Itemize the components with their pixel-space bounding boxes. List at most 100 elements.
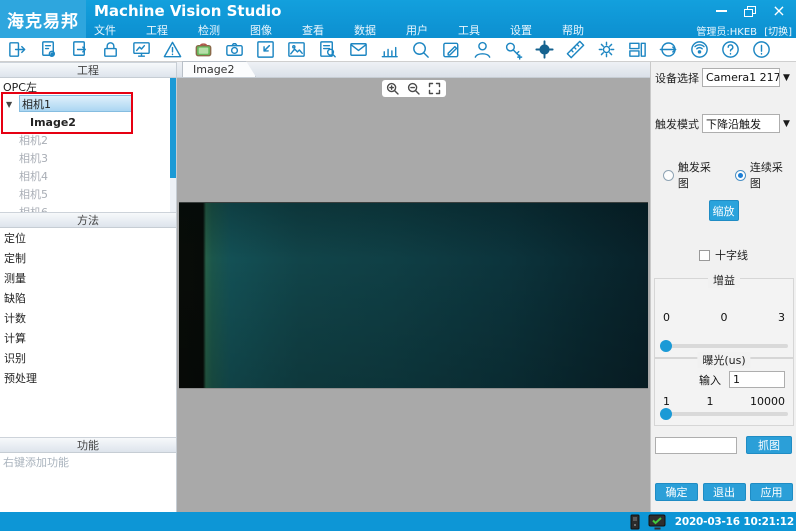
exposure-slider-thumb[interactable] bbox=[660, 408, 672, 420]
doc-export-icon[interactable] bbox=[64, 38, 95, 61]
project-tree: OPC左 ▼ 相机1 Image2 相机2相机3相机4相机5相机6相机7 bbox=[0, 78, 176, 212]
user-icon[interactable] bbox=[467, 38, 498, 61]
method-item-5[interactable]: 计数 bbox=[0, 308, 176, 328]
zoom-in-icon[interactable] bbox=[385, 81, 400, 96]
viewer-tab-bar: Image2 bbox=[177, 62, 650, 78]
zoom-out-icon[interactable] bbox=[406, 81, 421, 96]
method-item-1[interactable]: 定位 bbox=[0, 228, 176, 248]
broadcast-icon[interactable] bbox=[684, 38, 715, 61]
search-icon[interactable] bbox=[405, 38, 436, 61]
method-item-2[interactable]: 定制 bbox=[0, 248, 176, 268]
machine-vision-studio-window: 海克易邦 Machine Vision Studio × 文件工程检测图像查看数… bbox=[0, 0, 796, 531]
tree-item-camera1-selected[interactable]: ▼ 相机1 bbox=[0, 95, 176, 113]
gain-max: 3 bbox=[778, 311, 785, 324]
menu-item-4[interactable]: 图像 bbox=[250, 22, 272, 38]
key-add-icon[interactable] bbox=[498, 38, 529, 61]
tree-item-camera6[interactable]: 相机6 bbox=[0, 203, 176, 212]
restore-button[interactable] bbox=[743, 4, 757, 18]
radio-trigger-capture[interactable] bbox=[663, 170, 674, 181]
close-icon: × bbox=[772, 4, 785, 18]
methods-panel-header: 方法 bbox=[0, 212, 176, 228]
menu-item-7[interactable]: 用户 bbox=[406, 22, 428, 38]
menu-item-10[interactable]: 帮助 bbox=[562, 22, 584, 38]
method-item-6[interactable]: 计算 bbox=[0, 328, 176, 348]
exposure-slider[interactable] bbox=[660, 408, 788, 420]
exit-button[interactable]: 退出 bbox=[703, 483, 746, 501]
menu-item-2[interactable]: 工程 bbox=[146, 22, 168, 38]
close-button[interactable]: × bbox=[772, 4, 786, 18]
trigger-mode-combo[interactable]: 下降沿触发 bbox=[702, 114, 780, 133]
exposure-max: 10000 bbox=[750, 395, 785, 408]
tree-item-image2[interactable]: Image2 bbox=[0, 113, 176, 131]
gear-icon[interactable] bbox=[591, 38, 622, 61]
image-icon[interactable] bbox=[281, 38, 312, 61]
sync-icon[interactable] bbox=[653, 38, 684, 61]
apply-button[interactable]: 应用 bbox=[750, 483, 793, 501]
zoom-play-button[interactable]: 缩放 bbox=[709, 200, 739, 221]
camera-color-icon[interactable] bbox=[188, 38, 219, 61]
menu-item-8[interactable]: 工具 bbox=[458, 22, 480, 38]
menu-item-6[interactable]: 数据 bbox=[354, 22, 376, 38]
tree-scrollbar[interactable] bbox=[170, 78, 176, 212]
fit-icon[interactable] bbox=[427, 81, 442, 96]
exposure-group: 曝光(us) 输入 1 1 10000 bbox=[654, 358, 794, 426]
info-icon[interactable] bbox=[746, 38, 777, 61]
trigger-combo-arrow-icon[interactable]: ▼ bbox=[780, 119, 793, 129]
menu-item-9[interactable]: 设置 bbox=[510, 22, 532, 38]
restore-icon bbox=[744, 6, 756, 17]
status-timestamp: 2020-03-16 10:21:12 bbox=[675, 516, 794, 528]
method-item-4[interactable]: 缺陷 bbox=[0, 288, 176, 308]
devices-icon[interactable] bbox=[622, 38, 653, 61]
monitor-icon[interactable] bbox=[126, 38, 157, 61]
method-item-3[interactable]: 测量 bbox=[0, 268, 176, 288]
tree-expand-icon[interactable]: ▼ bbox=[6, 100, 19, 109]
method-item-8[interactable]: 预处理 bbox=[0, 368, 176, 388]
device-select-combo[interactable]: Camera1 21770( bbox=[702, 68, 780, 87]
radio-trigger-capture-label: 触发采图 bbox=[678, 159, 721, 191]
device-combo-arrow-icon[interactable]: ▼ bbox=[780, 73, 793, 83]
methods-list: 定位定制测量缺陷计数计算识别预处理 bbox=[0, 228, 176, 388]
ok-button[interactable]: 确定 bbox=[655, 483, 698, 501]
edit-tool-icon[interactable] bbox=[436, 38, 467, 61]
method-item-7[interactable]: 识别 bbox=[0, 348, 176, 368]
help-icon[interactable] bbox=[715, 38, 746, 61]
import-icon[interactable] bbox=[250, 38, 281, 61]
export-icon[interactable] bbox=[2, 38, 33, 61]
gain-slider[interactable] bbox=[660, 340, 788, 352]
tree-item-camera5[interactable]: 相机5 bbox=[0, 185, 176, 203]
lock-icon[interactable] bbox=[95, 38, 126, 61]
device-select-label: 设备选择 bbox=[655, 70, 702, 86]
image-canvas[interactable] bbox=[177, 78, 650, 512]
menu-item-5[interactable]: 查看 bbox=[302, 22, 324, 38]
tree-scrollbar-thumb[interactable] bbox=[170, 78, 176, 178]
capture-button[interactable]: 抓图 bbox=[746, 436, 792, 454]
project-panel-header: 工程 bbox=[0, 62, 176, 78]
warning-icon[interactable] bbox=[157, 38, 188, 61]
menu-item-1[interactable]: 文件 bbox=[94, 22, 116, 38]
camera-icon[interactable] bbox=[219, 38, 250, 61]
capture-filename-input[interactable] bbox=[655, 437, 737, 454]
chart-icon[interactable] bbox=[374, 38, 405, 61]
gain-slider-thumb[interactable] bbox=[660, 340, 672, 352]
doc-search-icon[interactable] bbox=[312, 38, 343, 61]
tree-item-camera2[interactable]: 相机2 bbox=[0, 131, 176, 149]
crosshair-checkbox[interactable] bbox=[699, 250, 710, 261]
exposure-slider-track[interactable] bbox=[660, 412, 788, 416]
tree-item-opc-root[interactable]: OPC左 bbox=[0, 78, 176, 95]
ruler-icon[interactable] bbox=[560, 38, 591, 61]
menu-item-3[interactable]: 检测 bbox=[198, 22, 220, 38]
crosshair-icon[interactable] bbox=[529, 38, 560, 61]
tree-item-camera3[interactable]: 相机3 bbox=[0, 149, 176, 167]
camera-live-image bbox=[179, 202, 648, 389]
tab-image2[interactable]: Image2 bbox=[182, 61, 256, 77]
mail-icon[interactable] bbox=[343, 38, 374, 61]
exposure-input[interactable] bbox=[729, 371, 785, 388]
pc-status-icon bbox=[630, 514, 640, 530]
doc-settings-icon[interactable] bbox=[33, 38, 64, 61]
radio-continuous-capture[interactable] bbox=[735, 170, 746, 181]
minimize-button[interactable] bbox=[714, 4, 728, 18]
crosshair-label: 十字线 bbox=[715, 247, 748, 263]
gain-slider-track[interactable] bbox=[660, 344, 788, 348]
tree-item-camera4[interactable]: 相机4 bbox=[0, 167, 176, 185]
switch-user-link[interactable]: [切换] bbox=[764, 27, 792, 38]
